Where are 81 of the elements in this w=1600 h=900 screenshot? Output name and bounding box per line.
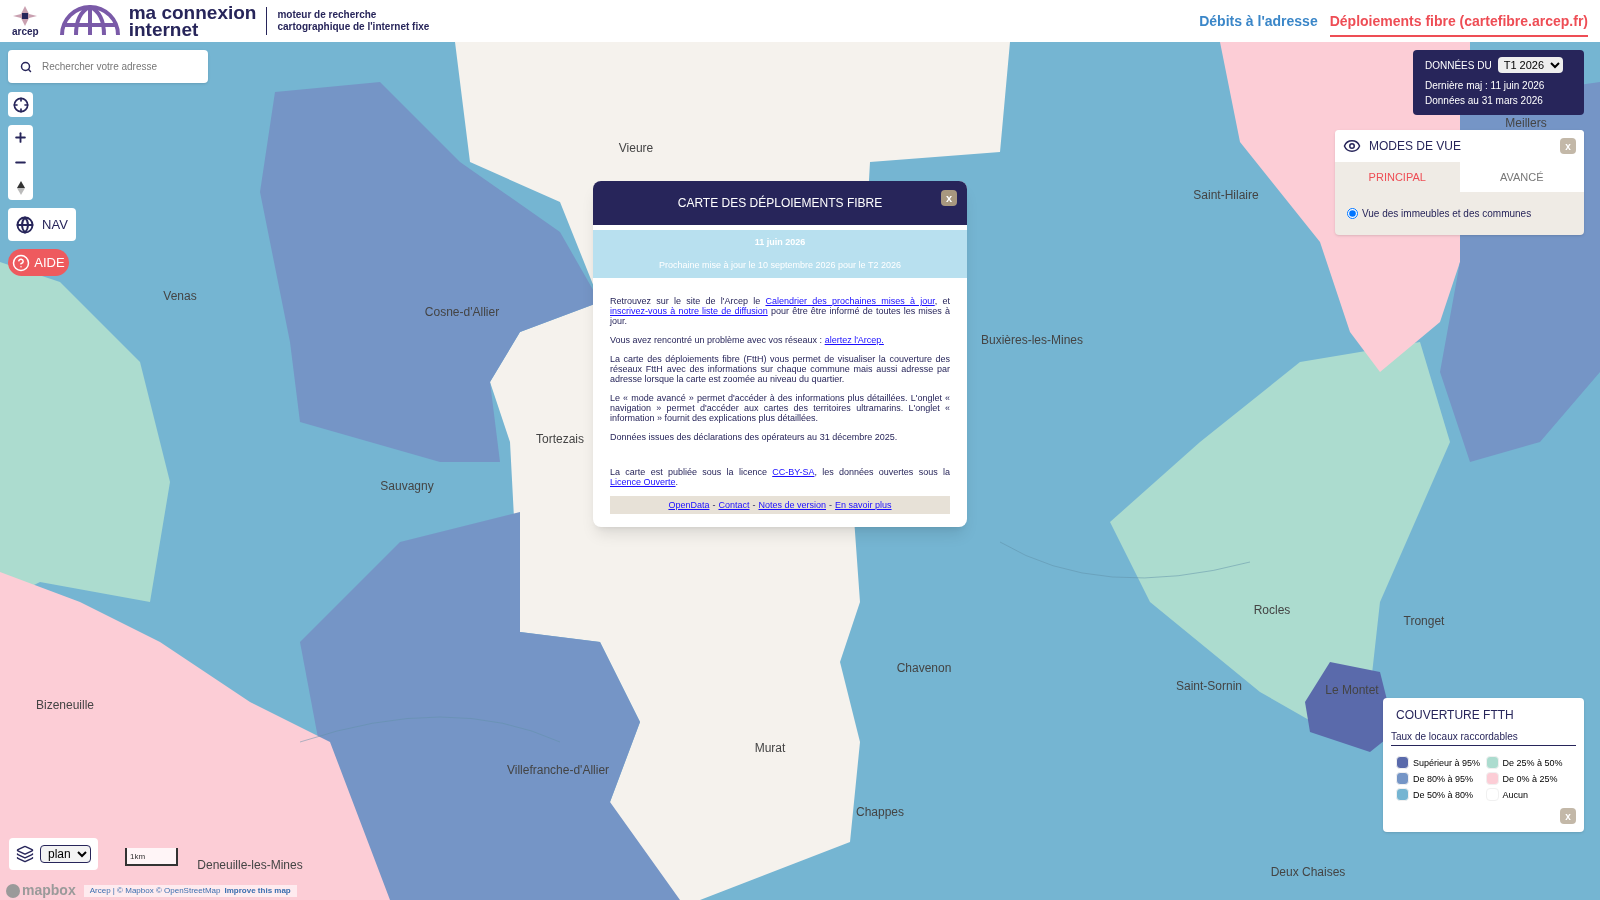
legend-label: De 80% à 95% [1413, 773, 1474, 785]
legend-label: De 50% à 80% [1413, 789, 1474, 801]
modal-paragraph: Vous avez rencontré un problème avec vos réseaux : alertez l'Arcep. [610, 335, 885, 345]
search-input[interactable]: Rechercher votre adresse [42, 59, 196, 74]
layers-icon [16, 845, 34, 863]
place-label: Murat [754, 740, 786, 757]
eye-icon [1343, 137, 1361, 155]
view-radio[interactable] [1347, 208, 1358, 219]
brand-name: ma connexion [128, 4, 257, 21]
modal-paragraph: La carte des déploiements fibre (FttH) vous permet de visualiser la couverture des réseaux FttH avec des informations sur chaque commune mais aussi adresse par adresse lorsque la carte est zoomée au niveau du quartier. [610, 354, 950, 384]
period-select[interactable]: T1 2026 [1497, 57, 1563, 73]
tagline: moteur de recherche [277, 9, 378, 21]
search-icon [20, 60, 32, 73]
legend-label: De 0% à 25% [1502, 773, 1558, 785]
place-label: Bizeneuille [36, 697, 94, 714]
modal-paragraph: Données issues des déclarations des opérateurs au 31 décembre 2025. [610, 432, 899, 442]
nav-link[interactable]: Déploiements fibre (cartefibre.arcep.fr) [1329, 5, 1588, 37]
place-label: Deux Chaises [1270, 864, 1346, 881]
period-info: Données au 31 mars 2026 [1425, 94, 1544, 108]
place-label: Tronget [1403, 613, 1445, 630]
nav-button[interactable]: NAV [8, 208, 76, 241]
modal-link[interactable]: Calendrier des prochaines mises à jour [765, 296, 935, 306]
footer-link[interactable]: En savoir plus [835, 500, 892, 510]
modal-link[interactable]: Licence Ouverte [610, 477, 676, 487]
place-label: Saint-Hilaire [1193, 187, 1259, 204]
place-label: Tortezais [536, 431, 584, 448]
place-label: Deneuille-les-Mines [197, 857, 303, 874]
radio-label: Vue des immeubles et des communes [1362, 207, 1532, 221]
place-label: Sauvagny [380, 478, 434, 495]
layer-select[interactable]: plan [40, 845, 91, 863]
modal-link[interactable]: alertez l'Arcep. [824, 335, 884, 345]
locate-button[interactable] [8, 92, 33, 117]
place-label: Vieure [618, 140, 654, 157]
footer-separator: - [829, 500, 833, 510]
place-label: Rocles [1253, 602, 1291, 619]
nav-link[interactable]: Débits à l'adresse [1199, 5, 1318, 37]
place-label: Chavenon [896, 660, 952, 677]
globe-icon [16, 215, 35, 234]
mapbox-logo: mapbox [6, 880, 76, 900]
legend-label: De 25% à 50% [1502, 757, 1563, 769]
place-label: Saint-Sornin [1176, 678, 1242, 695]
footer-link[interactable]: OpenData [668, 500, 710, 510]
help-button[interactable]: AIDE [8, 249, 69, 276]
compass-icon [16, 180, 25, 195]
globe-arch-logo-icon [58, 5, 121, 37]
place-label: Le Montet [1325, 682, 1379, 699]
crosshair-icon [12, 96, 29, 113]
place-label: Villefranche-d'Allier [506, 762, 610, 779]
mode-tab[interactable]: AVANCÉ [1459, 162, 1584, 192]
dialog-title: CARTE DES DÉPLOIEMENTS FIBRE [677, 194, 883, 212]
place-label: Cosne-d'Allier [424, 304, 500, 321]
legend-subtitle: Taux de locaux raccordables [1391, 729, 1576, 746]
logo-text: arcep [12, 27, 39, 37]
footer-link[interactable]: Contact [718, 500, 750, 510]
place-label: Meillers [1505, 115, 1547, 132]
place-label: Chappes [856, 804, 904, 821]
place-label: Buxières-les-Mines [981, 332, 1083, 349]
modal-paragraph: La carte est publiée sous la licence CC-BY-SA, les données ouvertes sous la Licence Ouverte. [610, 467, 950, 487]
next-update-text: Prochaine mise à jour le 10 septembre 2026 pour le T2 2026 [659, 258, 901, 272]
legend-label: Aucun [1502, 789, 1529, 801]
plus-icon [13, 130, 28, 145]
modal-paragraph: Le « mode avancé » permet d'accéder à des informations plus détaillées. L'onglet « navigation » permet d'accéder aux cartes des territoires ultramarins. L'onglet « information » fournit des explications plus détaillées. [610, 393, 950, 423]
search-field[interactable]: Rechercher votre adresse [8, 50, 208, 83]
brand-name: internet [128, 21, 200, 38]
tagline: cartographique de l'internet fixe [277, 21, 430, 33]
footer-separator: - [752, 500, 756, 510]
help-icon [12, 253, 31, 272]
period-info: Dernière maj : 11 juin 2026 [1425, 79, 1546, 93]
modal-link[interactable]: inscrivez-vous à notre liste de diffusion [610, 306, 768, 316]
scale-bar: 1km [125, 848, 178, 866]
update-date: 11 juin 2026 [754, 236, 806, 249]
panel-title: MODES DE VUE [1369, 138, 1461, 155]
place-label: Venas [163, 288, 197, 305]
attribution-text: Arcep | © Mapbox © OpenStreetMap [89, 884, 221, 897]
improve-map-link[interactable]: Improve this map [224, 884, 291, 897]
legend-label: Supérieur à 95% [1413, 757, 1481, 769]
footer-separator: - [712, 500, 716, 510]
modal-paragraph: Retrouvez sur le site de l'Arcep le Calendrier des prochaines mises à jour, et inscrivez-vous à notre liste de diffusion pour être être informé de toutes les mises à jour. [610, 296, 950, 326]
period-label: DONNÉES DU [1425, 58, 1492, 73]
legend-title: COUVERTURE FTTH [1395, 707, 1515, 724]
footer-link[interactable]: Notes de version [758, 500, 827, 510]
